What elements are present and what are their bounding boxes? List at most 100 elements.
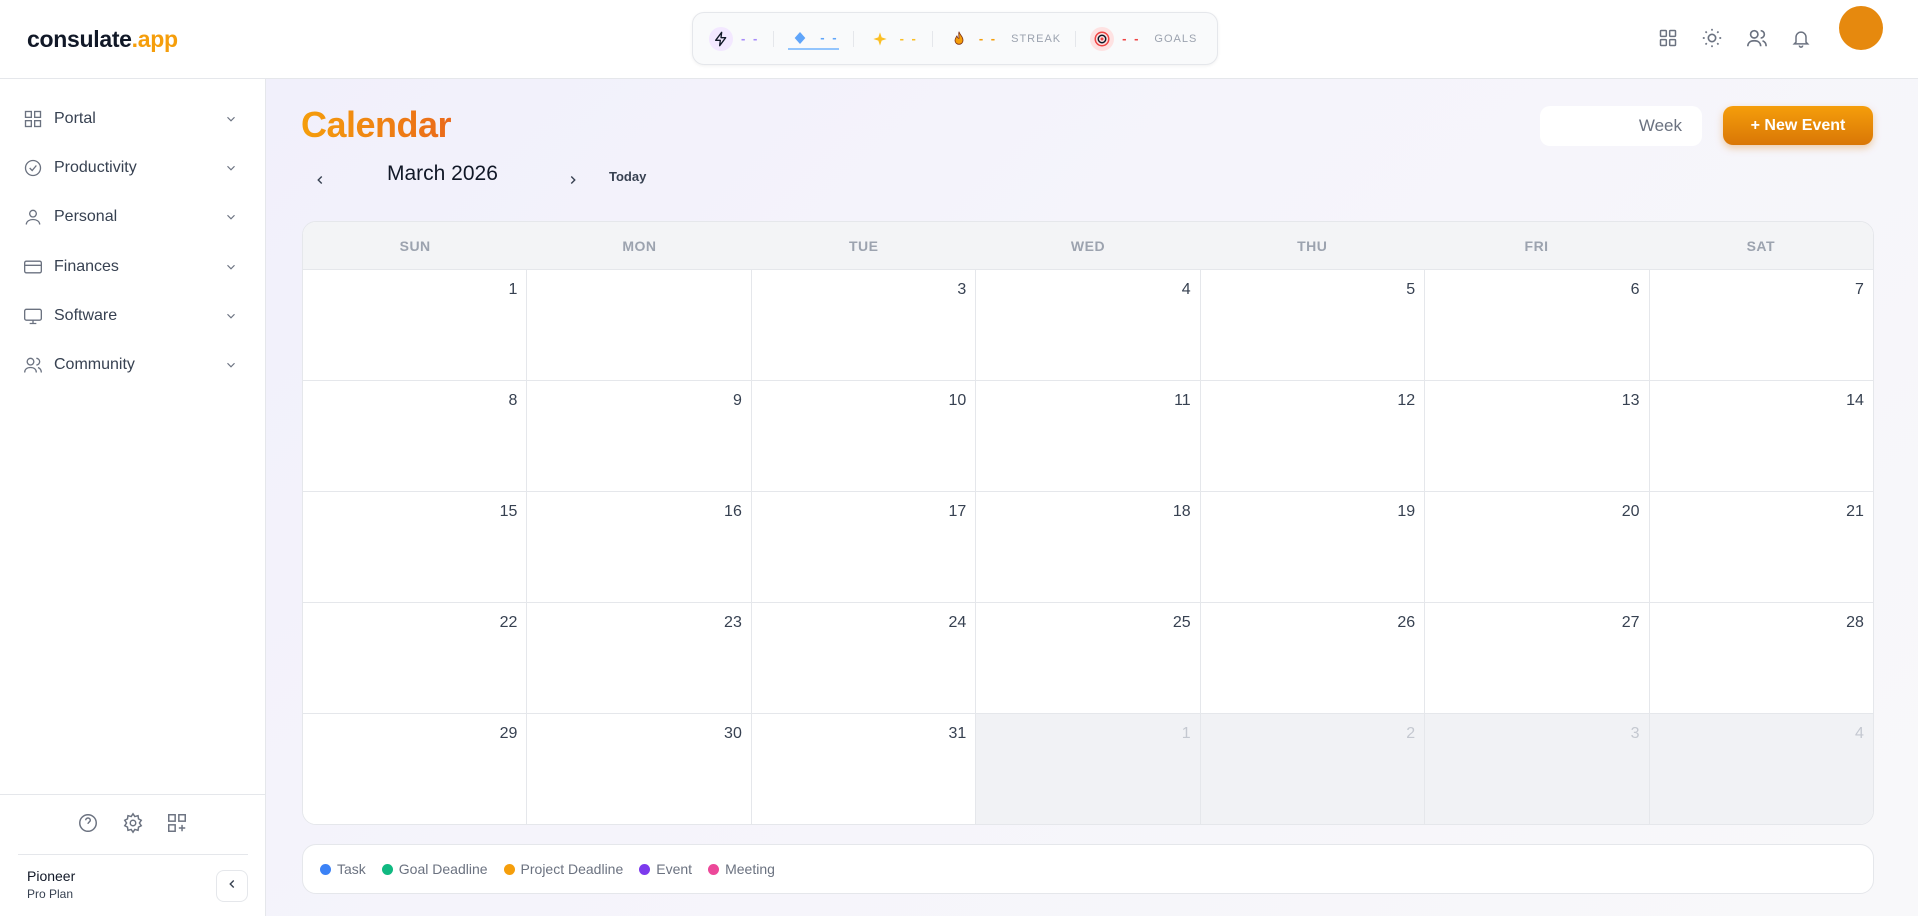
day-cell-other-month[interactable]: 1 bbox=[976, 714, 1201, 824]
stat-xp[interactable]: - - bbox=[868, 13, 918, 64]
day-number: 2 bbox=[1406, 725, 1416, 742]
day-cell[interactable]: 23 bbox=[527, 603, 752, 713]
day-number: 15 bbox=[499, 503, 518, 520]
day-cell[interactable]: 16 bbox=[527, 492, 752, 602]
app-logo[interactable]: consulate.app bbox=[27, 26, 178, 53]
day-cell-other-month[interactable]: 2 bbox=[1200, 714, 1426, 824]
chevron-down-icon bbox=[224, 309, 238, 323]
today-button[interactable]: Today bbox=[609, 169, 646, 184]
bell-icon[interactable] bbox=[1790, 27, 1812, 49]
next-month-button[interactable] bbox=[562, 171, 584, 193]
legend-label: Meeting bbox=[725, 861, 775, 877]
sun-icon[interactable] bbox=[1701, 27, 1723, 49]
users-icon[interactable] bbox=[1746, 27, 1768, 49]
day-cell[interactable]: 21 bbox=[1649, 492, 1873, 602]
stats-bar: - - - - - - - - STREAK - - GOALS bbox=[692, 12, 1218, 65]
day-cell[interactable]: 19 bbox=[1200, 492, 1426, 602]
day-cell[interactable]: 5 bbox=[1200, 270, 1426, 380]
calendar-grid: SUN MON TUE WED THU FRI SAT 1 3 4 5 6 7 8 9 10 11 12 13 14… bbox=[302, 221, 1874, 825]
day-cell[interactable]: 6 bbox=[1425, 270, 1650, 380]
stat-goals-label: GOALS bbox=[1154, 32, 1198, 45]
sidebar-item-community[interactable]: Community bbox=[10, 345, 250, 385]
day-cell[interactable]: 1 bbox=[303, 270, 528, 380]
chevron-down-icon bbox=[224, 112, 238, 126]
sidebar-item-productivity[interactable]: Productivity bbox=[10, 148, 250, 188]
day-number: 21 bbox=[1846, 503, 1864, 520]
day-number: 29 bbox=[499, 725, 518, 742]
day-cell-other-month[interactable]: 4 bbox=[1649, 714, 1873, 824]
day-number: 1 bbox=[1181, 725, 1191, 742]
divider bbox=[0, 794, 265, 795]
day-number: 28 bbox=[1846, 614, 1864, 631]
day-cell-other-month[interactable]: 3 bbox=[1425, 714, 1650, 824]
stat-streak[interactable]: - - STREAK bbox=[947, 13, 1061, 64]
day-cell[interactable]: 26 bbox=[1200, 603, 1426, 713]
day-cell[interactable]: 20 bbox=[1425, 492, 1650, 602]
plan-tier: Pro Plan bbox=[27, 887, 74, 901]
add-widget-icon[interactable] bbox=[165, 811, 189, 835]
day-cell[interactable]: 3 bbox=[751, 270, 977, 380]
sidebar-item-finances[interactable]: Finances bbox=[10, 247, 250, 287]
apps-grid-icon[interactable] bbox=[1657, 27, 1679, 49]
day-cell[interactable]: 14 bbox=[1649, 381, 1873, 491]
day-cell[interactable]: 15 bbox=[303, 492, 528, 602]
stat-energy[interactable]: - - bbox=[709, 13, 759, 64]
legend-dot bbox=[708, 863, 720, 875]
settings-icon[interactable] bbox=[121, 811, 145, 835]
week-row: 8 9 10 11 12 13 14 bbox=[303, 381, 1873, 492]
stat-goals[interactable]: - - GOALS bbox=[1090, 13, 1197, 64]
day-cell[interactable]: 13 bbox=[1425, 381, 1650, 491]
sidebar-item-portal[interactable]: Portal bbox=[10, 99, 250, 139]
day-cell[interactable]: 25 bbox=[976, 603, 1201, 713]
day-cell[interactable]: 27 bbox=[1425, 603, 1650, 713]
day-number: 3 bbox=[1630, 725, 1640, 742]
avatar[interactable] bbox=[1839, 6, 1883, 50]
sidebar-item-personal[interactable]: Personal bbox=[10, 197, 250, 237]
legend-dot bbox=[639, 863, 651, 875]
day-number: 4 bbox=[1181, 281, 1191, 298]
day-cell[interactable]: 30 bbox=[527, 714, 752, 824]
prev-month-button[interactable] bbox=[309, 171, 331, 193]
plan-name: Pioneer bbox=[27, 868, 76, 884]
view-selector[interactable]: Week bbox=[1540, 106, 1702, 146]
target-icon bbox=[1090, 26, 1115, 51]
sidebar-item-label: Community bbox=[54, 356, 135, 373]
stat-divider bbox=[931, 30, 933, 47]
day-cell[interactable]: 12 bbox=[1200, 381, 1426, 491]
collapse-sidebar-button[interactable] bbox=[216, 870, 248, 902]
sidebar-item-software[interactable]: Software bbox=[10, 296, 250, 336]
day-cell[interactable]: 17 bbox=[751, 492, 977, 602]
day-cell[interactable]: 7 bbox=[1649, 270, 1873, 380]
weekday-header: SUN MON TUE WED THU FRI SAT bbox=[303, 222, 1873, 270]
day-number: 6 bbox=[1630, 281, 1640, 298]
day-cell[interactable]: 11 bbox=[976, 381, 1201, 491]
legend-item: Task bbox=[320, 861, 366, 877]
sidebar-item-label: Portal bbox=[54, 110, 96, 127]
day-cell[interactable]: 28 bbox=[1649, 603, 1873, 713]
legend-dot bbox=[320, 863, 331, 875]
day-cell[interactable]: 18 bbox=[976, 492, 1201, 602]
week-row: 15 16 17 18 19 20 21 bbox=[303, 492, 1873, 603]
day-cell[interactable]: 4 bbox=[976, 270, 1201, 380]
day-cell[interactable] bbox=[527, 270, 752, 380]
day-cell[interactable]: 31 bbox=[751, 714, 977, 824]
day-cell[interactable]: 10 bbox=[751, 381, 977, 491]
day-number: 8 bbox=[508, 392, 518, 409]
stat-gems[interactable]: - - bbox=[788, 28, 839, 50]
user-icon bbox=[22, 206, 44, 228]
weekday-label: WED bbox=[1070, 237, 1106, 254]
new-event-button[interactable]: + New Event bbox=[1723, 106, 1873, 145]
day-number: 14 bbox=[1846, 392, 1864, 409]
day-number: 5 bbox=[1406, 281, 1416, 298]
day-number: 9 bbox=[732, 392, 742, 409]
new-event-label: + New Event bbox=[1750, 116, 1846, 134]
day-cell[interactable]: 8 bbox=[303, 381, 528, 491]
chevron-down-icon bbox=[224, 161, 238, 175]
day-cell[interactable]: 22 bbox=[303, 603, 528, 713]
day-cell[interactable]: 29 bbox=[303, 714, 528, 824]
day-cell[interactable]: 24 bbox=[751, 603, 977, 713]
top-bar: consulate.app - - - - - - - - STREAK - -… bbox=[0, 0, 1918, 79]
day-cell[interactable]: 9 bbox=[527, 381, 752, 491]
help-icon[interactable] bbox=[76, 811, 100, 835]
stat-energy-value: - - bbox=[741, 31, 760, 46]
